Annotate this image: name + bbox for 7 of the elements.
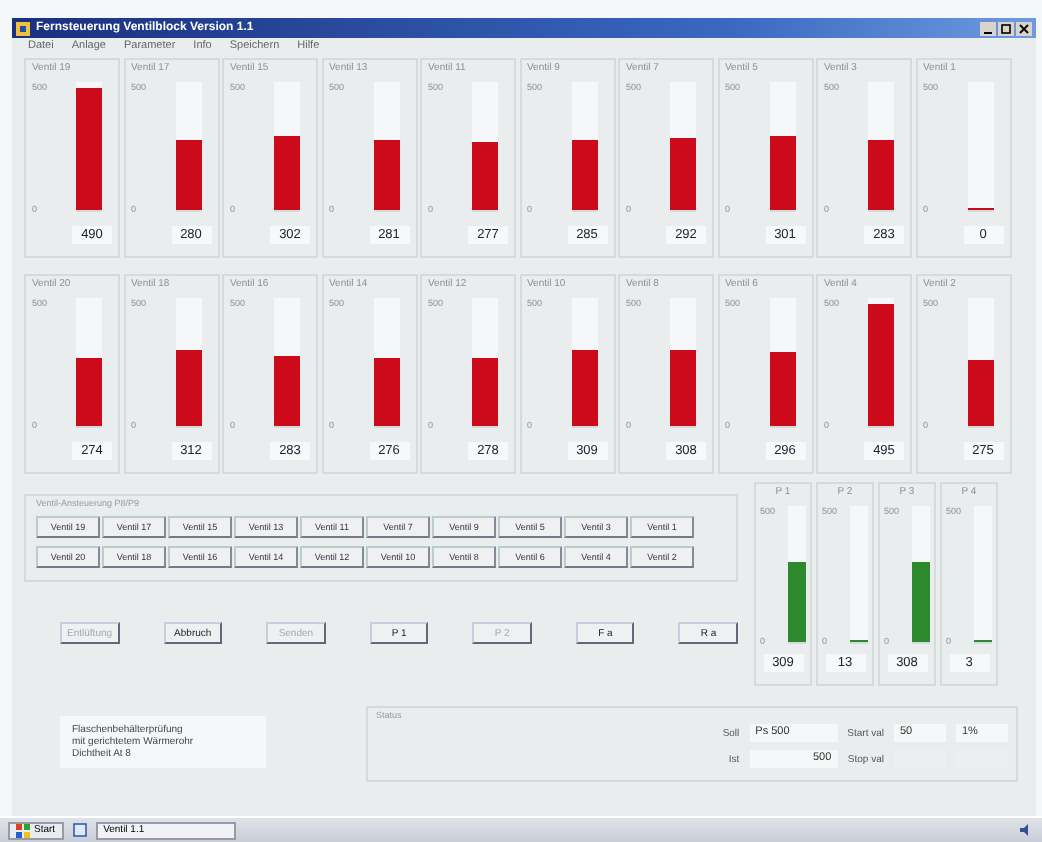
speaker-icon[interactable] — [1018, 822, 1034, 838]
close-icon[interactable] — [1016, 21, 1032, 35]
minimize-icon[interactable] — [980, 21, 996, 35]
app-icon — [16, 21, 30, 35]
maximize-icon[interactable] — [998, 21, 1014, 35]
quick-launch-icon[interactable] — [71, 822, 88, 838]
windows-logo-icon — [16, 823, 30, 837]
